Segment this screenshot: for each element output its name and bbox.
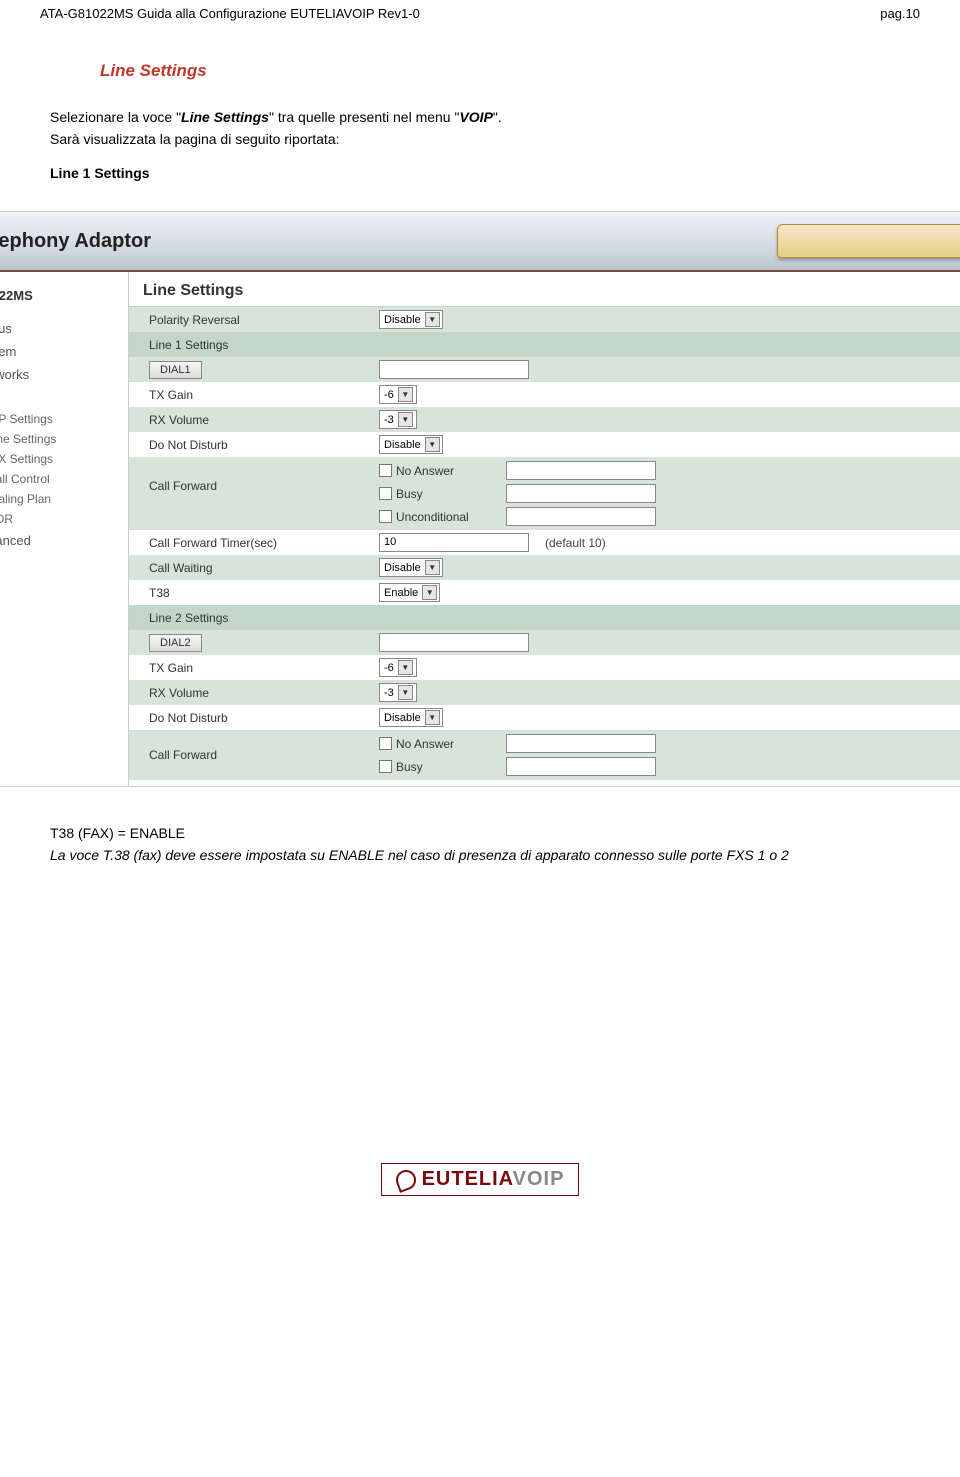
tx-gain-label: TX Gain — [149, 388, 379, 402]
l2-dnd-select[interactable]: Disable ▼ — [379, 708, 443, 727]
intro-paragraph-2: Sarà visualizzata la pagina di seguito r… — [50, 131, 910, 147]
t38-label: T38 — [149, 586, 379, 600]
chevron-down-icon: ▼ — [398, 685, 413, 700]
l2-rx-volume-select[interactable]: -3 ▼ — [379, 683, 417, 702]
line-settings-ref: Line Settings — [181, 109, 269, 125]
line2-group-label: Line 2 Settings — [149, 611, 228, 625]
l2-tx-gain-select[interactable]: -6 ▼ — [379, 658, 417, 677]
select-value: -3 — [384, 414, 394, 426]
l2-cf-noanswer-label: No Answer — [396, 737, 506, 751]
cf-timer-label: Call Forward Timer(sec) — [149, 536, 379, 550]
sidebar-nav: G81022MS Status System Networks VoIP SIP… — [0, 272, 129, 786]
select-value: Disable — [384, 562, 421, 574]
cf-busy-label: Busy — [396, 487, 506, 501]
select-value: Enable — [384, 587, 418, 599]
line1-group-label: Line 1 Settings — [149, 338, 228, 352]
cf-busy-checkbox[interactable] — [379, 487, 392, 500]
dial1-button[interactable]: DIAL1 — [149, 361, 202, 379]
cf-timer-hint: (default 10) — [545, 536, 606, 550]
l2-cf-busy-label: Busy — [396, 760, 506, 774]
chevron-down-icon: ▼ — [422, 585, 437, 600]
voip-ref: VOIP — [459, 109, 492, 125]
select-value: Disable — [384, 712, 421, 724]
dnd-label: Do Not Disturb — [149, 438, 379, 452]
call-waiting-select[interactable]: Disable ▼ — [379, 558, 443, 577]
chevron-down-icon: ▼ — [425, 312, 440, 327]
device-illustration — [777, 224, 960, 258]
select-value: Disable — [384, 439, 421, 451]
select-value: -6 — [384, 389, 394, 401]
l2-call-forward-label: Call Forward — [149, 730, 379, 762]
chevron-down-icon: ▼ — [425, 437, 440, 452]
sidebar-sub-sip-settings[interactable]: SIP Settings — [0, 409, 128, 429]
select-value: Disable — [384, 314, 421, 326]
text: ". — [493, 109, 502, 125]
app-title: Telephony Adaptor — [0, 230, 151, 253]
t38-enable-line: T38 (FAX) = ENABLE — [50, 825, 910, 841]
text: " tra quelle presenti nel menu " — [269, 109, 460, 125]
polarity-reversal-label: Polarity Reversal — [149, 313, 379, 327]
sidebar-sub-call-control[interactable]: Call Control — [0, 469, 128, 489]
section-title: Line Settings — [100, 61, 910, 81]
config-screenshot: Telephony Adaptor G81022MS Status System… — [0, 211, 960, 787]
intro-paragraph-1: Selezionare la voce "Line Settings" tra … — [50, 109, 910, 125]
cf-noanswer-label: No Answer — [396, 464, 506, 478]
call-forward-label: Call Forward — [149, 457, 379, 493]
sidebar-item-system[interactable]: System — [0, 340, 128, 363]
panel-heading: Line Settings — [129, 282, 960, 307]
cf-timer-input[interactable]: 10 — [379, 533, 529, 552]
sidebar-sub-dialing-plan[interactable]: Dialing Plan — [0, 489, 128, 509]
dial1-input[interactable] — [379, 360, 529, 379]
dial2-input[interactable] — [379, 633, 529, 652]
l2-cf-busy-input[interactable] — [506, 757, 656, 776]
footer-logo: EUTELIAVOIP — [0, 1163, 960, 1216]
l2-cf-busy-checkbox[interactable] — [379, 760, 392, 773]
polarity-reversal-select[interactable]: Disable ▼ — [379, 310, 443, 329]
chevron-down-icon: ▼ — [398, 412, 413, 427]
sidebar-sub-cdr[interactable]: CDR — [0, 509, 128, 529]
call-waiting-label: Call Waiting — [149, 561, 379, 575]
cf-unconditional-checkbox[interactable] — [379, 510, 392, 523]
cf-noanswer-input[interactable] — [506, 461, 656, 480]
sidebar-sub-line-settings[interactable]: Line Settings — [0, 429, 128, 449]
line1-settings-heading: Line 1 Settings — [50, 165, 910, 181]
l2-tx-gain-label: TX Gain — [149, 661, 379, 675]
page-number: pag.10 — [880, 6, 920, 21]
cf-busy-input[interactable] — [506, 484, 656, 503]
chevron-down-icon: ▼ — [425, 710, 440, 725]
cf-noanswer-checkbox[interactable] — [379, 464, 392, 477]
sidebar-item-networks[interactable]: Networks — [0, 363, 128, 386]
cf-unconditional-input[interactable] — [506, 507, 656, 526]
rx-volume-select[interactable]: -3 ▼ — [379, 410, 417, 429]
chevron-down-icon: ▼ — [425, 560, 440, 575]
l2-dnd-label: Do Not Disturb — [149, 711, 379, 725]
t38-select[interactable]: Enable ▼ — [379, 583, 440, 602]
dnd-select[interactable]: Disable ▼ — [379, 435, 443, 454]
logo-text-a: EUTELIA — [422, 1168, 513, 1190]
sidebar-item-advanced[interactable]: Advanced — [0, 529, 128, 552]
doc-title: ATA-G81022MS Guida alla Configurazione E… — [40, 6, 420, 21]
select-value: -6 — [384, 662, 394, 674]
t38-note: La voce T.38 (fax) deve essere impostata… — [50, 847, 910, 863]
sidebar-item-status[interactable]: Status — [0, 317, 128, 340]
l2-cf-noanswer-input[interactable] — [506, 734, 656, 753]
l2-rx-volume-label: RX Volume — [149, 686, 379, 700]
logo-text-b: VOIP — [513, 1168, 565, 1190]
cf-unconditional-label: Unconditional — [396, 510, 506, 524]
logo-swirl-icon — [393, 1167, 419, 1193]
sidebar-model-label: G81022MS — [0, 284, 128, 317]
chevron-down-icon: ▼ — [398, 660, 413, 675]
dial2-button[interactable]: DIAL2 — [149, 634, 202, 652]
select-value: -3 — [384, 687, 394, 699]
settings-panel: Line Settings Polarity Reversal Disable … — [129, 272, 960, 786]
sidebar-sub-iax-settings[interactable]: IAX Settings — [0, 449, 128, 469]
rx-volume-label: RX Volume — [149, 413, 379, 427]
tx-gain-select[interactable]: -6 ▼ — [379, 385, 417, 404]
chevron-down-icon: ▼ — [398, 387, 413, 402]
sidebar-item-voip[interactable]: VoIP — [0, 386, 128, 409]
l2-cf-noanswer-checkbox[interactable] — [379, 737, 392, 750]
text: Selezionare la voce " — [50, 109, 181, 125]
